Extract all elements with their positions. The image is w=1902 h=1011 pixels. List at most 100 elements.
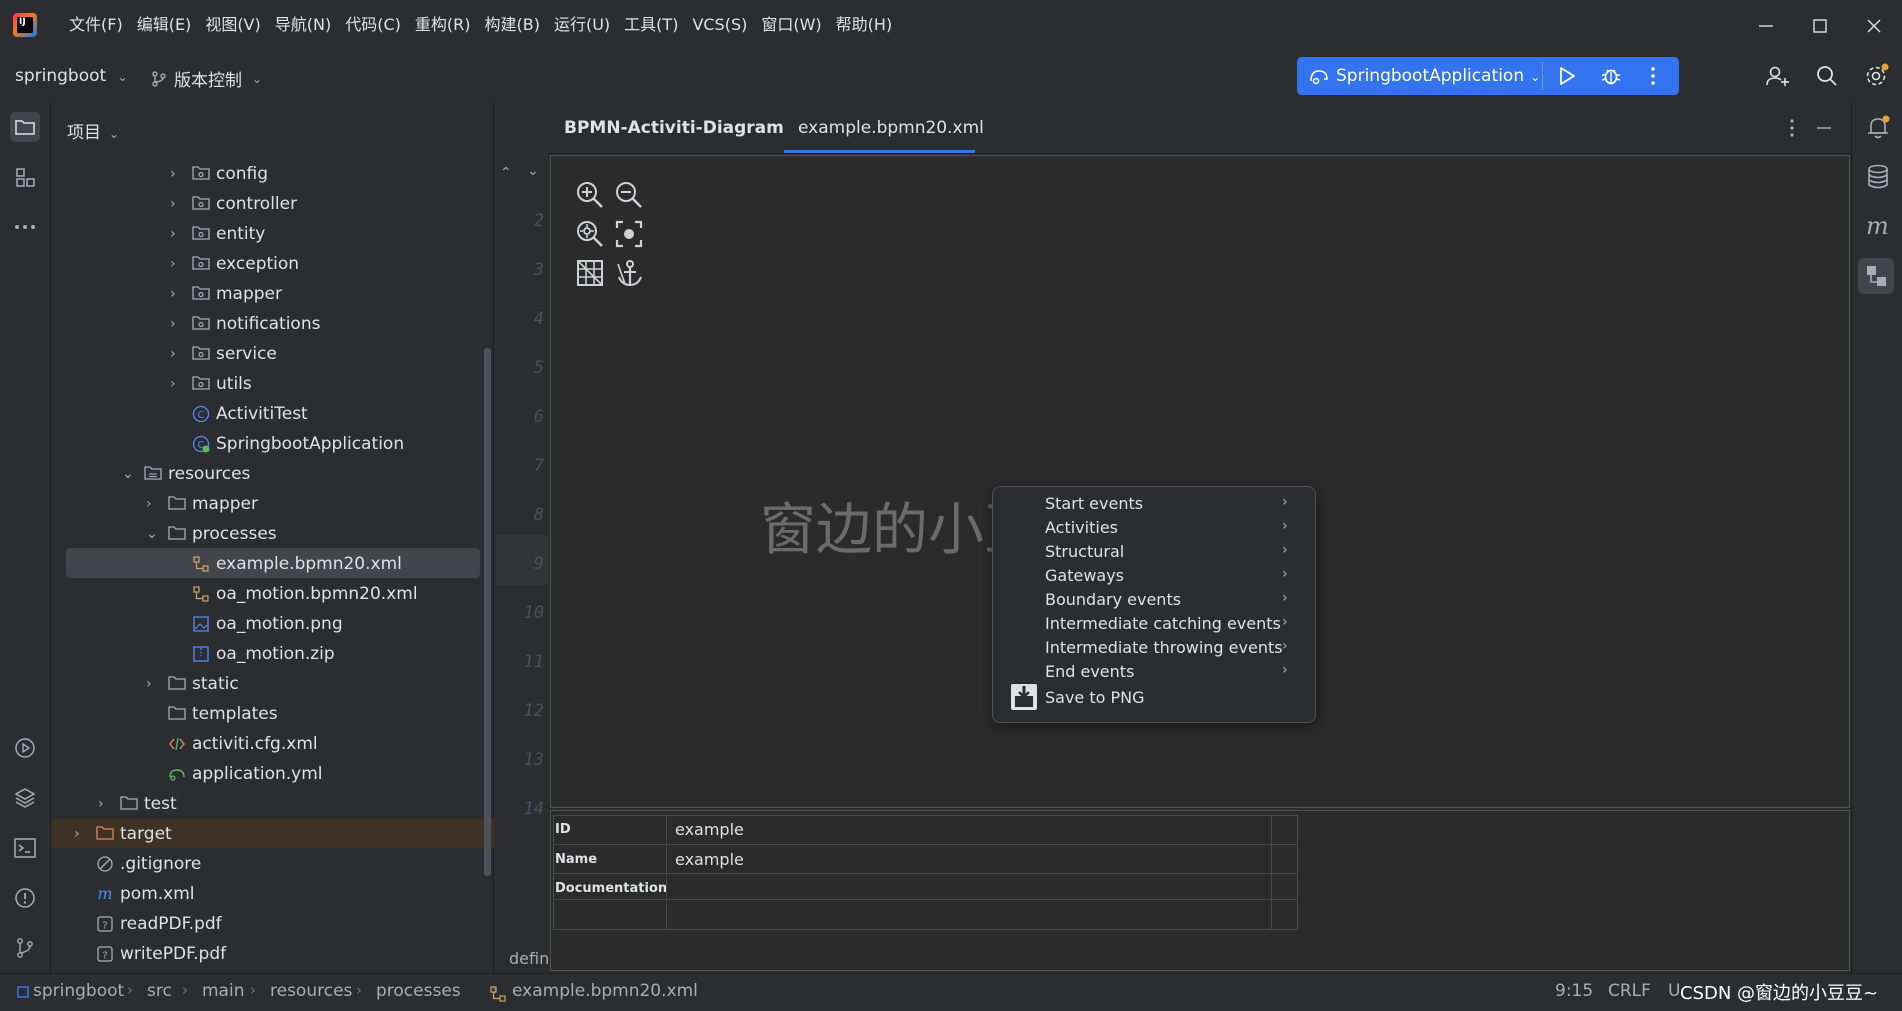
zoom-in-icon[interactable]	[575, 180, 605, 210]
project-tree-item[interactable]: activiti.cfg.xml	[146, 729, 318, 759]
chevron-right-icon[interactable]: ›	[98, 789, 112, 819]
settings-gear-icon[interactable]	[1864, 63, 1890, 89]
project-tree-item[interactable]: › test	[98, 789, 177, 819]
project-tree-item[interactable]: m pom.xml	[74, 879, 194, 909]
project-tree-item[interactable]: › service	[170, 339, 277, 369]
intellij-logo-icon[interactable]: IJ	[13, 13, 37, 37]
database-icon[interactable]	[1866, 164, 1890, 190]
zoom-out-icon[interactable]	[614, 180, 644, 210]
anchor-icon[interactable]	[614, 258, 644, 288]
chevron-right-icon[interactable]: ›	[170, 159, 184, 189]
project-tree-item[interactable]: › notifications	[170, 309, 320, 339]
project-tree-item[interactable]: › exception	[170, 249, 299, 279]
project-selector[interactable]: springboot ⌄	[15, 66, 128, 86]
minimize-icon[interactable]	[1754, 14, 1778, 38]
menu-tools[interactable]: 工具(T)	[617, 14, 685, 36]
problems-icon[interactable]	[10, 883, 40, 913]
more-horizontal-icon[interactable]	[10, 212, 40, 242]
more-vertical-icon[interactable]	[1647, 64, 1659, 88]
context-menu-item[interactable]: Start events	[1045, 492, 1143, 516]
grid-icon[interactable]	[575, 258, 605, 288]
menu-code[interactable]: 代码(C)	[338, 14, 408, 36]
terminal-icon[interactable]	[10, 833, 40, 863]
breadcrumb-item[interactable]: processes	[376, 981, 461, 1001]
chevron-down-icon[interactable]: ⌄	[122, 459, 136, 489]
menu-run[interactable]: 运行(U)	[547, 14, 617, 36]
breadcrumb-item[interactable]: springboot	[33, 981, 124, 1001]
notifications-bell-icon[interactable]	[1865, 114, 1891, 140]
project-tree-item[interactable]: › entity	[170, 219, 265, 249]
fit-to-screen-icon[interactable]	[614, 219, 644, 249]
line-ending[interactable]: CRLF	[1608, 981, 1651, 1001]
project-tree-item[interactable]: ? readPDF.pdf	[74, 909, 222, 939]
context-menu-item[interactable]: Intermediate catching events	[1045, 612, 1281, 636]
context-menu-item[interactable]: Intermediate throwing events	[1045, 636, 1283, 660]
chevron-down-icon[interactable]: ⌄	[146, 519, 160, 549]
debug-icon[interactable]	[1599, 64, 1623, 88]
chevron-right-icon[interactable]: ›	[170, 339, 184, 369]
menu-navigate[interactable]: 导航(N)	[268, 14, 338, 36]
context-menu-item[interactable]: Activities	[1045, 516, 1118, 540]
run-icon[interactable]	[1555, 64, 1579, 88]
chevron-right-icon[interactable]: ›	[170, 249, 184, 279]
project-tree-item[interactable]: › mapper	[146, 489, 258, 519]
breadcrumb-item[interactable]: main	[202, 981, 244, 1001]
menu-view[interactable]: 视图(V)	[198, 14, 267, 36]
breadcrumb-item[interactable]: example.bpmn20.xml	[512, 981, 698, 1001]
services-icon[interactable]	[10, 733, 40, 763]
chevron-right-icon[interactable]: ›	[74, 819, 88, 849]
context-menu-item[interactable]: Gateways	[1045, 564, 1124, 588]
project-tree-item[interactable]: C SpringbootApplication	[170, 429, 404, 459]
menu-vcs[interactable]: VCS(S)	[685, 14, 754, 36]
context-menu-item[interactable]: End events	[1045, 660, 1134, 684]
bpmn-tool-window-icon[interactable]	[1858, 258, 1894, 294]
run-config-selector[interactable]: SpringbootApplication ⌄	[1336, 66, 1540, 86]
add-user-icon[interactable]	[1765, 64, 1791, 88]
property-value-field[interactable]: example	[675, 850, 744, 869]
save-to-png-item[interactable]: Save to PNG	[1045, 686, 1145, 710]
project-tree-item[interactable]: ? writePDF.pdf	[74, 939, 226, 969]
tab-example-bpmn[interactable]: example.bpmn20.xml	[798, 118, 984, 138]
chevron-right-icon[interactable]: ›	[170, 309, 184, 339]
fold-down-icon[interactable]: ⌄	[527, 160, 539, 179]
property-value-field[interactable]: example	[675, 820, 744, 839]
project-tree-item[interactable]: ⌄ resources	[122, 459, 250, 489]
project-folder-icon[interactable]	[10, 112, 40, 142]
layers-icon[interactable]	[10, 783, 40, 813]
project-tree-item[interactable]: › mapper	[170, 279, 282, 309]
chevron-right-icon[interactable]: ›	[170, 189, 184, 219]
maven-icon[interactable]: m	[1866, 212, 1889, 240]
menu-help[interactable]: 帮助(H)	[829, 14, 900, 36]
fold-up-icon[interactable]: ⌃	[500, 162, 512, 181]
project-tree-item[interactable]: templates	[146, 699, 278, 729]
project-tree-item[interactable]: › target	[74, 819, 172, 849]
menu-build[interactable]: 构建(B)	[478, 14, 547, 36]
project-tree-item[interactable]: .gitignore	[74, 849, 201, 879]
breadcrumb-item[interactable]: resources	[270, 981, 352, 1001]
project-tree-item[interactable]: › utils	[170, 369, 252, 399]
menu-window[interactable]: 窗口(W)	[754, 14, 828, 36]
project-tree-item[interactable]: oa_motion.bpmn20.xml	[170, 579, 418, 609]
project-tree-item[interactable]: oa_motion.zip	[170, 639, 335, 669]
chevron-right-icon[interactable]: ›	[170, 369, 184, 399]
close-icon[interactable]	[1862, 14, 1886, 38]
breadcrumb-item[interactable]: src	[147, 981, 172, 1001]
project-tree-item[interactable]: example.bpmn20.xml	[170, 549, 402, 579]
context-menu-item[interactable]: Boundary events	[1045, 588, 1181, 612]
vcs-widget[interactable]: 版本控制 ⌄	[150, 66, 262, 91]
project-panel-title[interactable]: 项目 ⌄	[67, 118, 119, 143]
maximize-icon[interactable]	[1808, 14, 1832, 38]
project-tree-item[interactable]: ⌄ processes	[146, 519, 277, 549]
tab-bpmn-diagram[interactable]: BPMN-Activiti-Diagram	[564, 118, 784, 138]
zoom-reset-icon[interactable]	[575, 219, 605, 249]
git-icon[interactable]	[10, 933, 40, 963]
project-tree-item[interactable]: oa_motion.png	[170, 609, 343, 639]
chevron-right-icon[interactable]: ›	[146, 669, 160, 699]
project-tree-item[interactable]: application.yml	[146, 759, 323, 789]
file-encoding[interactable]: U	[1668, 981, 1680, 1001]
menu-refactor[interactable]: 重构(R)	[408, 14, 478, 36]
tab-options-icon[interactable]	[1788, 118, 1796, 138]
menu-edit[interactable]: 编辑(E)	[130, 14, 199, 36]
cursor-position[interactable]: 9:15	[1555, 981, 1593, 1001]
project-tree-item[interactable]: › controller	[170, 189, 297, 219]
